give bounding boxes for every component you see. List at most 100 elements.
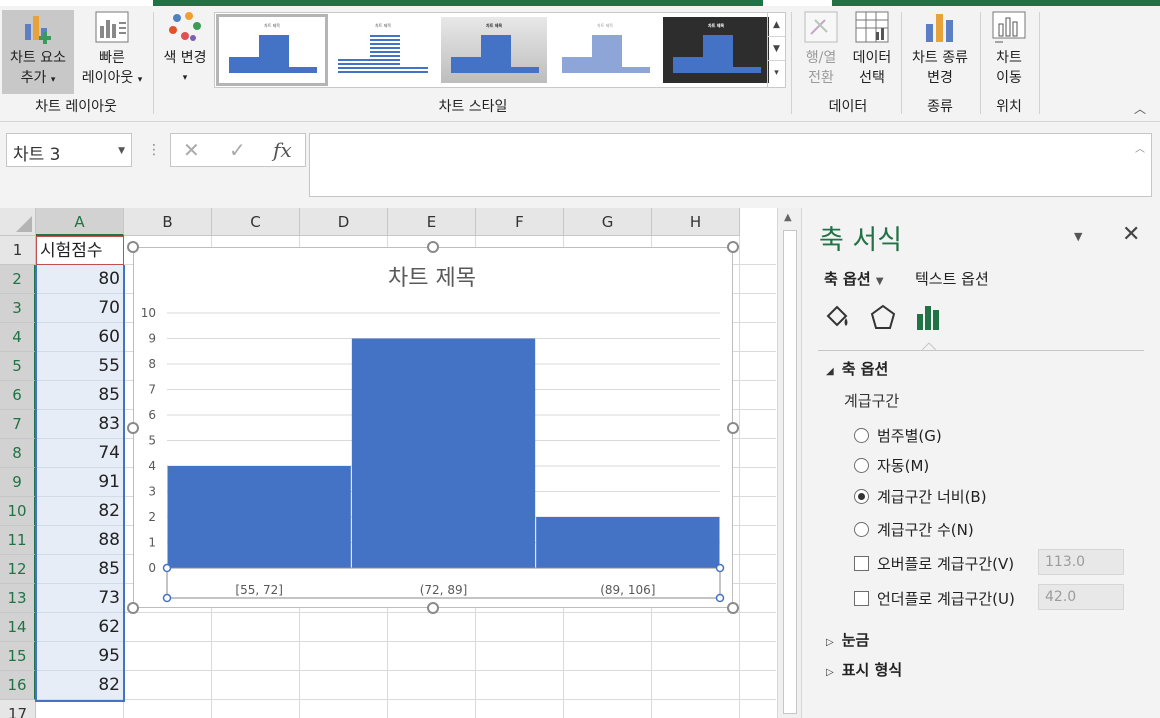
cell-a7[interactable]: 83 (36, 410, 124, 439)
chart-resize-handle[interactable] (127, 241, 139, 253)
radio-bin-width[interactable]: 계급구간 너비(B) (854, 486, 987, 507)
chart-style-2[interactable]: 차트 제목 (330, 17, 436, 83)
row-header-17[interactable]: 17 (0, 700, 36, 718)
cell-a1[interactable]: 시험점수 (36, 236, 124, 265)
move-chart-button[interactable]: 차트 이동 (984, 10, 1034, 94)
column-header-c[interactable]: C (212, 208, 300, 236)
overflow-bin-input[interactable]: 113.0 (1038, 549, 1124, 575)
select-all-button[interactable] (0, 208, 36, 236)
chart-style-3[interactable]: 차트 제목 (441, 17, 547, 83)
cell-a10[interactable]: 82 (36, 497, 124, 526)
change-colors-button[interactable]: 색 변경 ▾ (157, 10, 213, 94)
radio-bin-count[interactable]: 계급구간 수(N) (854, 519, 974, 540)
chart-resize-handle[interactable] (727, 241, 739, 253)
column-header-h[interactable]: H (652, 208, 740, 236)
collapse-ribbon-icon[interactable]: ︿ (1134, 100, 1146, 117)
cell-a9[interactable]: 91 (36, 468, 124, 497)
tab-text-options[interactable]: 텍스트 옵션 (915, 268, 989, 289)
formula-input[interactable]: ︿ (309, 133, 1152, 197)
chart-resize-handle[interactable] (127, 602, 139, 614)
cell-a11[interactable]: 88 (36, 526, 124, 555)
overflow-bin-checkbox-row[interactable]: 오버플로 계급구간(V) (854, 553, 1014, 574)
row-header-13[interactable]: 13 (0, 584, 36, 613)
row-header-10[interactable]: 10 (0, 497, 36, 526)
cell-a5[interactable]: 55 (36, 352, 124, 381)
row-header-16[interactable]: 16 (0, 671, 36, 700)
radio-by-category[interactable]: 범주별(G) (854, 425, 942, 446)
scroll-up-icon[interactable]: ▲ (784, 212, 792, 223)
enter-formula-button[interactable]: ✓ (229, 138, 246, 162)
row-header-12[interactable]: 12 (0, 555, 36, 584)
quick-layout-button[interactable]: 빠른 레이아웃 ▾ (76, 10, 148, 94)
cell-a14[interactable]: 62 (36, 613, 124, 642)
add-chart-element-button[interactable]: 차트 요소 추가 ▾ (2, 10, 74, 94)
gallery-scroll-down[interactable]: ▼ (768, 37, 785, 61)
column-header-f[interactable]: F (476, 208, 564, 236)
select-data-button[interactable]: 데이터 선택 (847, 10, 897, 94)
chart-style-5[interactable]: 차트 제목 (663, 17, 769, 83)
row-header-14[interactable]: 14 (0, 613, 36, 642)
effects-icon[interactable] (868, 302, 898, 332)
column-header-e[interactable]: E (388, 208, 476, 236)
column-header-d[interactable]: D (300, 208, 388, 236)
fill-line-icon[interactable] (822, 302, 852, 332)
gallery-scroll-up[interactable]: ▲ (768, 13, 785, 37)
switch-row-column-button[interactable]: 행/열 전환 (797, 10, 845, 94)
row-header-7[interactable]: 7 (0, 410, 36, 439)
drag-handle-icon[interactable]: ⋮ (147, 142, 161, 158)
cancel-formula-button[interactable]: ✕ (183, 138, 200, 162)
cell-a4[interactable]: 60 (36, 323, 124, 352)
change-chart-type-button[interactable]: 차트 종류 변경 (905, 10, 975, 94)
cell-a13[interactable]: 73 (36, 584, 124, 613)
row-header-9[interactable]: 9 (0, 468, 36, 497)
histogram-chart[interactable]: 차트 제목 0 1 2 3 4 5 6 7 8 9 10 [55, 72] (72, 89] (89, 10… (133, 247, 733, 608)
overflow-bin-checkbox[interactable] (854, 556, 869, 571)
chart-resize-handle[interactable] (427, 241, 439, 253)
tab-axis-options[interactable]: 축 옵션 ▼ (824, 268, 884, 289)
row-header-15[interactable]: 15 (0, 642, 36, 671)
cell-a2[interactable]: 80 (36, 265, 124, 294)
radio-button[interactable] (854, 458, 869, 473)
chart-resize-handle[interactable] (427, 602, 439, 614)
close-icon[interactable]: ✕ (1122, 222, 1140, 247)
chart-resize-handle[interactable] (727, 602, 739, 614)
cell-a12[interactable]: 85 (36, 555, 124, 584)
column-header-b[interactable]: B (124, 208, 212, 236)
cell-a16[interactable]: 82 (36, 671, 124, 700)
underflow-bin-checkbox[interactable] (854, 591, 869, 606)
underflow-bin-input[interactable]: 42.0 (1038, 584, 1124, 610)
section-number[interactable]: ▷ 표시 형식 (826, 659, 902, 680)
row-header-1[interactable]: 1 (0, 236, 36, 265)
cell-a15[interactable]: 95 (36, 642, 124, 671)
axis-options-icon[interactable] (914, 302, 944, 332)
row-header-6[interactable]: 6 (0, 381, 36, 410)
insert-function-button[interactable]: fx (273, 138, 292, 162)
chart-resize-handle[interactable] (127, 421, 139, 434)
row-header-2[interactable]: 2 (0, 265, 36, 294)
row-header-3[interactable]: 3 (0, 294, 36, 323)
chart-style-4[interactable]: 차트 제목 (552, 17, 658, 83)
section-axis-options[interactable]: ◢ 축 옵션 (826, 358, 888, 379)
name-box-dropdown-icon[interactable]: ▼ (118, 146, 125, 156)
row-header-11[interactable]: 11 (0, 526, 36, 555)
column-header-g[interactable]: G (564, 208, 652, 236)
section-tick-marks[interactable]: ▷ 눈금 (826, 629, 869, 650)
cell-a8[interactable]: 74 (36, 439, 124, 468)
name-box[interactable]: 차트 3 ▼ (6, 133, 132, 167)
gallery-scroll[interactable]: ▲ ▼ ▾ (767, 13, 785, 87)
chart-style-1[interactable]: 차트 제목 (216, 14, 328, 86)
pane-options-dropdown-icon[interactable]: ▼ (1074, 230, 1082, 243)
chart-resize-handle[interactable] (727, 421, 739, 434)
vertical-scrollbar[interactable]: ▲ (777, 208, 801, 718)
gallery-more[interactable]: ▾ (768, 61, 785, 85)
scroll-thumb[interactable] (783, 230, 797, 714)
expand-formula-bar-icon[interactable]: ︿ (1135, 140, 1145, 155)
radio-button-selected[interactable] (854, 489, 869, 504)
row-header-4[interactable]: 4 (0, 323, 36, 352)
radio-button[interactable] (854, 522, 869, 537)
row-header-5[interactable]: 5 (0, 352, 36, 381)
underflow-bin-checkbox-row[interactable]: 언더플로 계급구간(U) (854, 588, 1015, 609)
radio-automatic[interactable]: 자동(M) (854, 455, 929, 476)
column-header-a[interactable]: A (36, 208, 124, 236)
radio-button[interactable] (854, 428, 869, 443)
